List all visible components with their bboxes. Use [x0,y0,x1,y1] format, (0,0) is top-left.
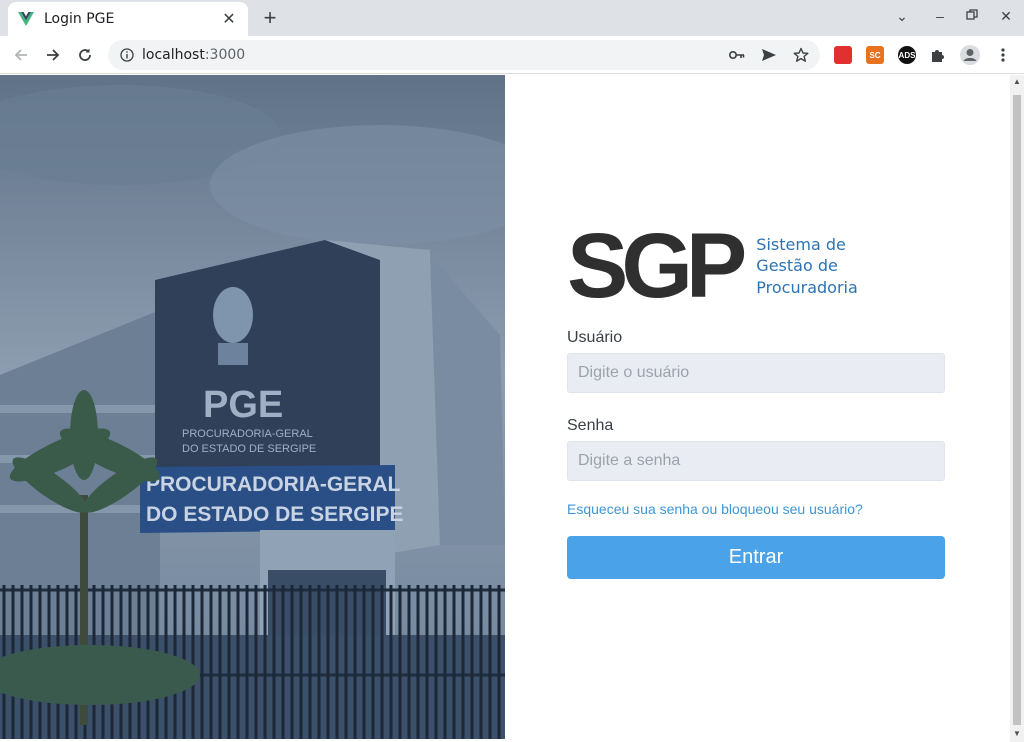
forward-button[interactable] [40,42,66,68]
scroll-up-icon[interactable]: ▲ [1013,78,1021,86]
ext-ads-icon[interactable]: ADS [898,46,916,64]
url-text: localhost:3000 [142,47,246,63]
tab-strip: Login PGE ✕ + ⌄ – ✕ [0,0,1024,36]
logo-subtitle-line-2: Gestão de [756,256,838,276]
key-icon[interactable] [728,46,746,64]
extensions-puzzle-icon[interactable] [925,42,951,68]
menu-kebab-icon[interactable] [990,42,1016,68]
pge-building-illustration: PGE PROCURADORIA-GERAL DO ESTADO DE SERG… [0,75,505,739]
building-subtitle-1: PROCURADORIA-GERAL [182,428,313,440]
back-arrow-icon [14,49,27,61]
building-photo: PGE PROCURADORIA-GERAL DO ESTADO DE SERG… [0,75,505,739]
tab-title: Login PGE [44,11,115,27]
submit-button[interactable]: Entrar [567,536,945,579]
forgot-password-link[interactable]: Esqueceu sua senha ou bloqueou seu usuár… [567,501,947,517]
tab-close-icon[interactable]: ✕ [220,9,238,29]
ext-sc-icon[interactable]: SC [866,46,884,64]
restore-icon[interactable] [962,8,982,24]
tab-login-pge[interactable]: Login PGE ✕ [8,2,248,36]
send-icon[interactable] [760,46,778,64]
sign-line-2: DO ESTADO DE SERGIPE [146,503,404,526]
scroll-down-icon[interactable]: ▼ [1013,730,1021,738]
logo-subtitle: Sistema de Gestão de Procuradoria [756,234,857,299]
reload-button[interactable] [72,42,98,68]
minimize-icon[interactable]: – [930,8,950,24]
sgp-logo: SGP Sistema de Gestão de Procuradoria [567,215,947,317]
logo-subtitle-line-1: Sistema de [756,234,846,254]
bookmark-star-icon[interactable] [792,46,810,64]
close-window-icon[interactable]: ✕ [996,8,1016,25]
scrollbar-thumb[interactable] [1013,95,1021,725]
login-page: PGE PROCURADORIA-GERAL DO ESTADO DE SERG… [0,75,1024,742]
password-input[interactable]: Digite a senha [567,441,945,481]
user-input[interactable]: Digite o usuário [567,353,945,393]
reload-icon [79,48,91,61]
user-label: Usuário [567,329,623,346]
building-brand-text: PGE [203,384,283,426]
password-input-placeholder: Digite a senha [578,452,681,469]
address-bar[interactable]: localhost:3000 [108,40,820,70]
user-input-placeholder: Digite o usuário [578,364,690,381]
sign-line-1: PROCURADORIA-GERAL [146,473,401,496]
new-tab-button[interactable]: + [258,7,282,31]
browser-toolbar: localhost:3000 SC ADS [0,36,1024,74]
logo-sgp-text: SGP [567,215,747,317]
vue-favicon-icon [18,12,34,26]
page-scrollbar[interactable]: ▲ ▼ [1010,75,1024,742]
logo-subtitle-line-3: Procuradoria [756,277,858,297]
forward-arrow-icon [47,49,60,61]
back-button[interactable] [8,42,34,68]
building-subtitle-2: DO ESTADO DE SERGIPE [182,443,316,455]
profile-avatar-icon[interactable] [957,42,983,68]
password-label: Senha [567,417,614,434]
login-form: SGP Sistema de Gestão de Procuradoria Us… [567,215,947,579]
info-icon[interactable] [120,48,134,62]
ext-red-icon[interactable] [834,46,852,64]
tab-search-icon[interactable]: ⌄ [892,8,912,25]
